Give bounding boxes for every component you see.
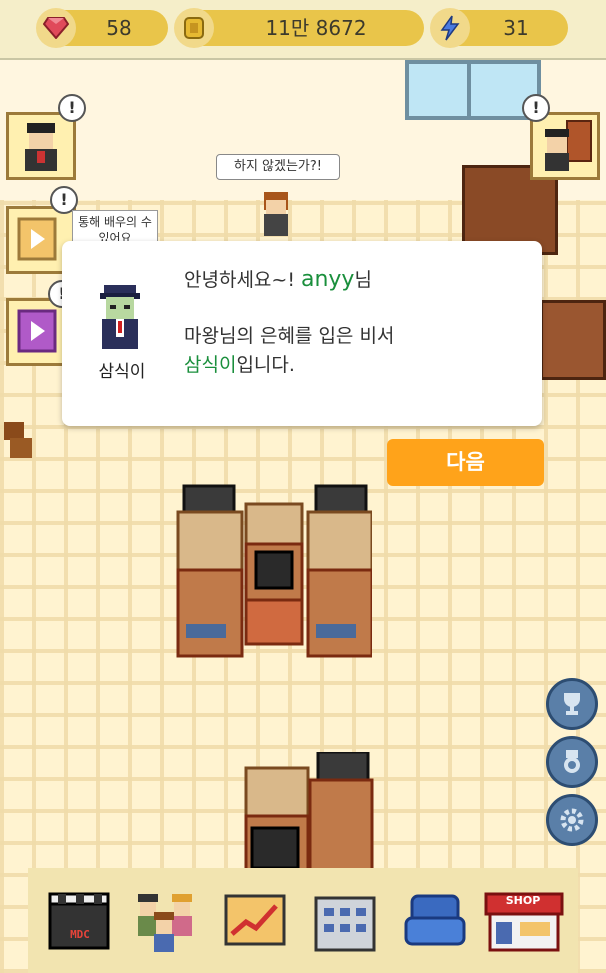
dialog-line-2: 마왕님의 은혜를 입은 비서 (184, 325, 395, 347)
dialog-box: 삼식이 안녕하세요~! anyy님 마왕님의 은혜를 입은 비서 삼식이입니다. (62, 241, 542, 426)
secretary-portrait (100, 285, 140, 349)
speaker-name: 삼식이 (98, 362, 146, 382)
next-button[interactable]: 다음 (387, 439, 544, 486)
honorific: 님 (354, 269, 372, 291)
secretary-name-highlight: 삼식이 (184, 354, 237, 376)
greeting-text: 안녕하세요~! (184, 269, 301, 291)
dialog-line-1: 안녕하세요~! anyy님 (184, 265, 372, 292)
username: anyy (300, 267, 355, 292)
dialog-line-3: 삼식이입니다. (184, 350, 295, 377)
line3-rest: 입니다. (236, 354, 295, 376)
modal-dim (0, 0, 606, 973)
game-screen: 58 11만 8672 31 ! ! ! 하지 않겠는가?! 통해 배우의 수 … (0, 0, 606, 973)
